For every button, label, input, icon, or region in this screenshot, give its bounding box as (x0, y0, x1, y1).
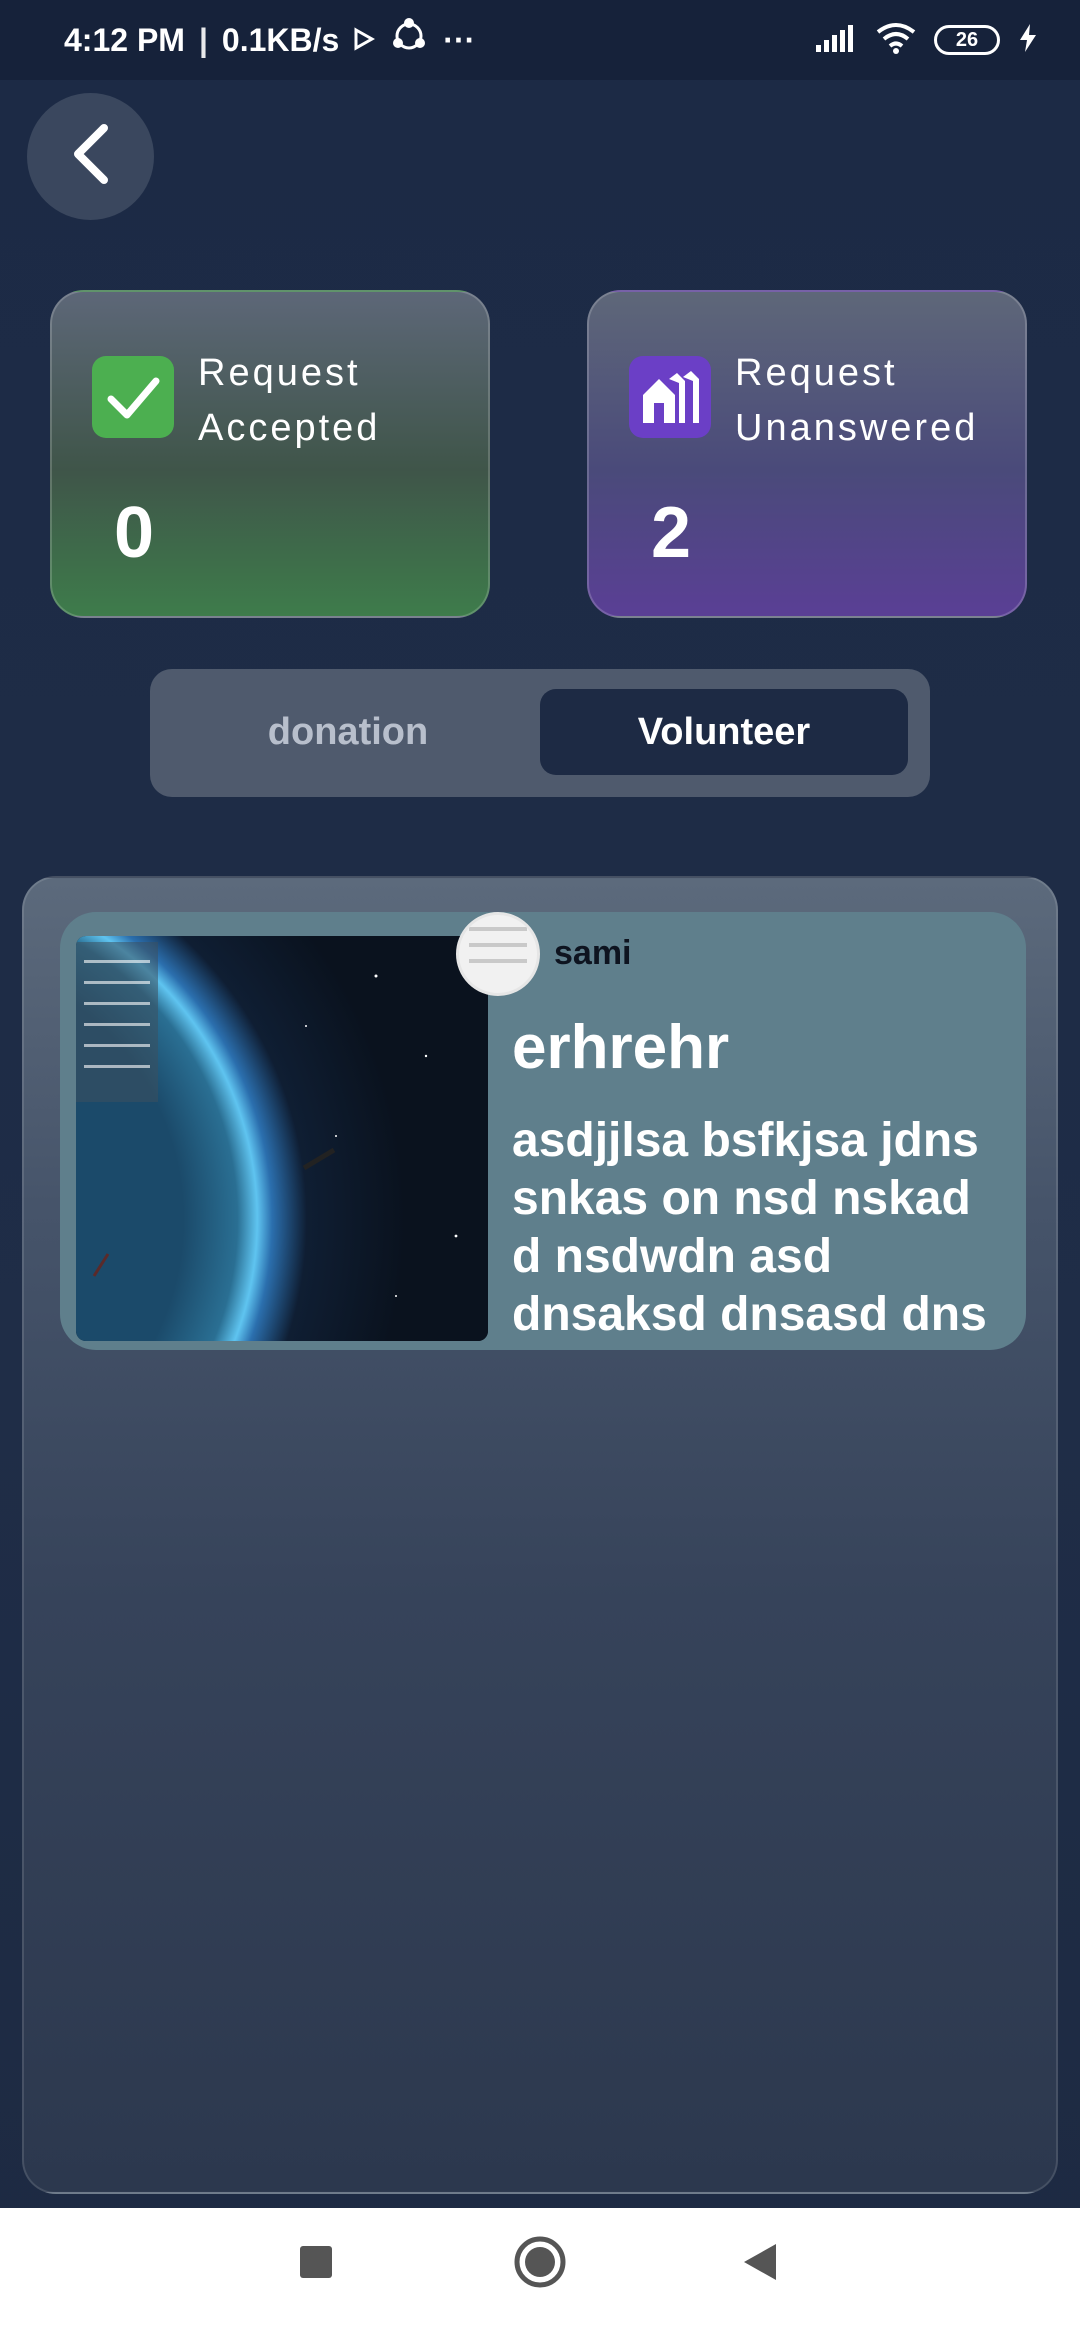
square-icon (300, 2245, 332, 2283)
toggle-volunteer[interactable]: Volunteer (540, 689, 908, 775)
recents-button[interactable] (298, 2245, 334, 2283)
image-overlay (76, 942, 158, 1102)
item-description: asdjjlsa bsfkjsa jdns snkas on nsd nskad… (512, 1114, 987, 1341)
item-image (76, 936, 488, 1341)
charging-icon (1018, 23, 1038, 58)
status-bar: 4:12 PM | 0.1KB/s ··· 26 (0, 0, 1080, 80)
circle-icon (514, 2236, 566, 2293)
checkmark-icon (92, 356, 174, 438)
request-unanswered-card[interactable]: Request Unanswered 2 (587, 290, 1027, 618)
status-right: 26 (814, 22, 1038, 59)
request-accepted-label: Request Accepted (198, 352, 381, 449)
buildings-icon (629, 356, 711, 438)
more-icon: ··· (443, 21, 476, 58)
share-icon (389, 16, 429, 64)
request-unanswered-label: Request Unanswered (735, 352, 979, 449)
back-button[interactable] (27, 93, 154, 220)
type-toggle: donation Volunteer (150, 669, 930, 797)
triangle-back-icon (742, 2242, 778, 2287)
avatar (456, 912, 540, 996)
request-accepted-card[interactable]: Request Accepted 0 (50, 290, 490, 618)
item-title: erhrehr (512, 1013, 730, 1082)
battery-indicator: 26 (934, 25, 1000, 55)
request-accepted-count: 0 (114, 493, 155, 573)
play-icon (353, 22, 376, 59)
wifi-icon (876, 22, 916, 59)
request-unanswered-count: 2 (651, 493, 692, 573)
status-network-speed: 0.1KB/s (221, 21, 340, 58)
request-list-panel: sami erhrehr asdjjlsa bsfkjsa jdns snkas… (22, 876, 1058, 2194)
list-item[interactable]: sami erhrehr asdjjlsa bsfkjsa jdns snkas… (60, 912, 1026, 1350)
status-left: 4:12 PM | 0.1KB/s ··· (64, 16, 475, 64)
status-time: 4:12 PM (64, 21, 185, 58)
back-nav-button[interactable] (742, 2242, 778, 2287)
status-separator: | (198, 21, 208, 58)
item-author: sami (554, 934, 632, 972)
chevron-left-icon (66, 122, 116, 191)
system-nav-bar (0, 2208, 1080, 2340)
toggle-donation[interactable]: donation (164, 689, 532, 775)
signal-icon (814, 23, 858, 58)
home-button[interactable] (514, 2236, 566, 2293)
